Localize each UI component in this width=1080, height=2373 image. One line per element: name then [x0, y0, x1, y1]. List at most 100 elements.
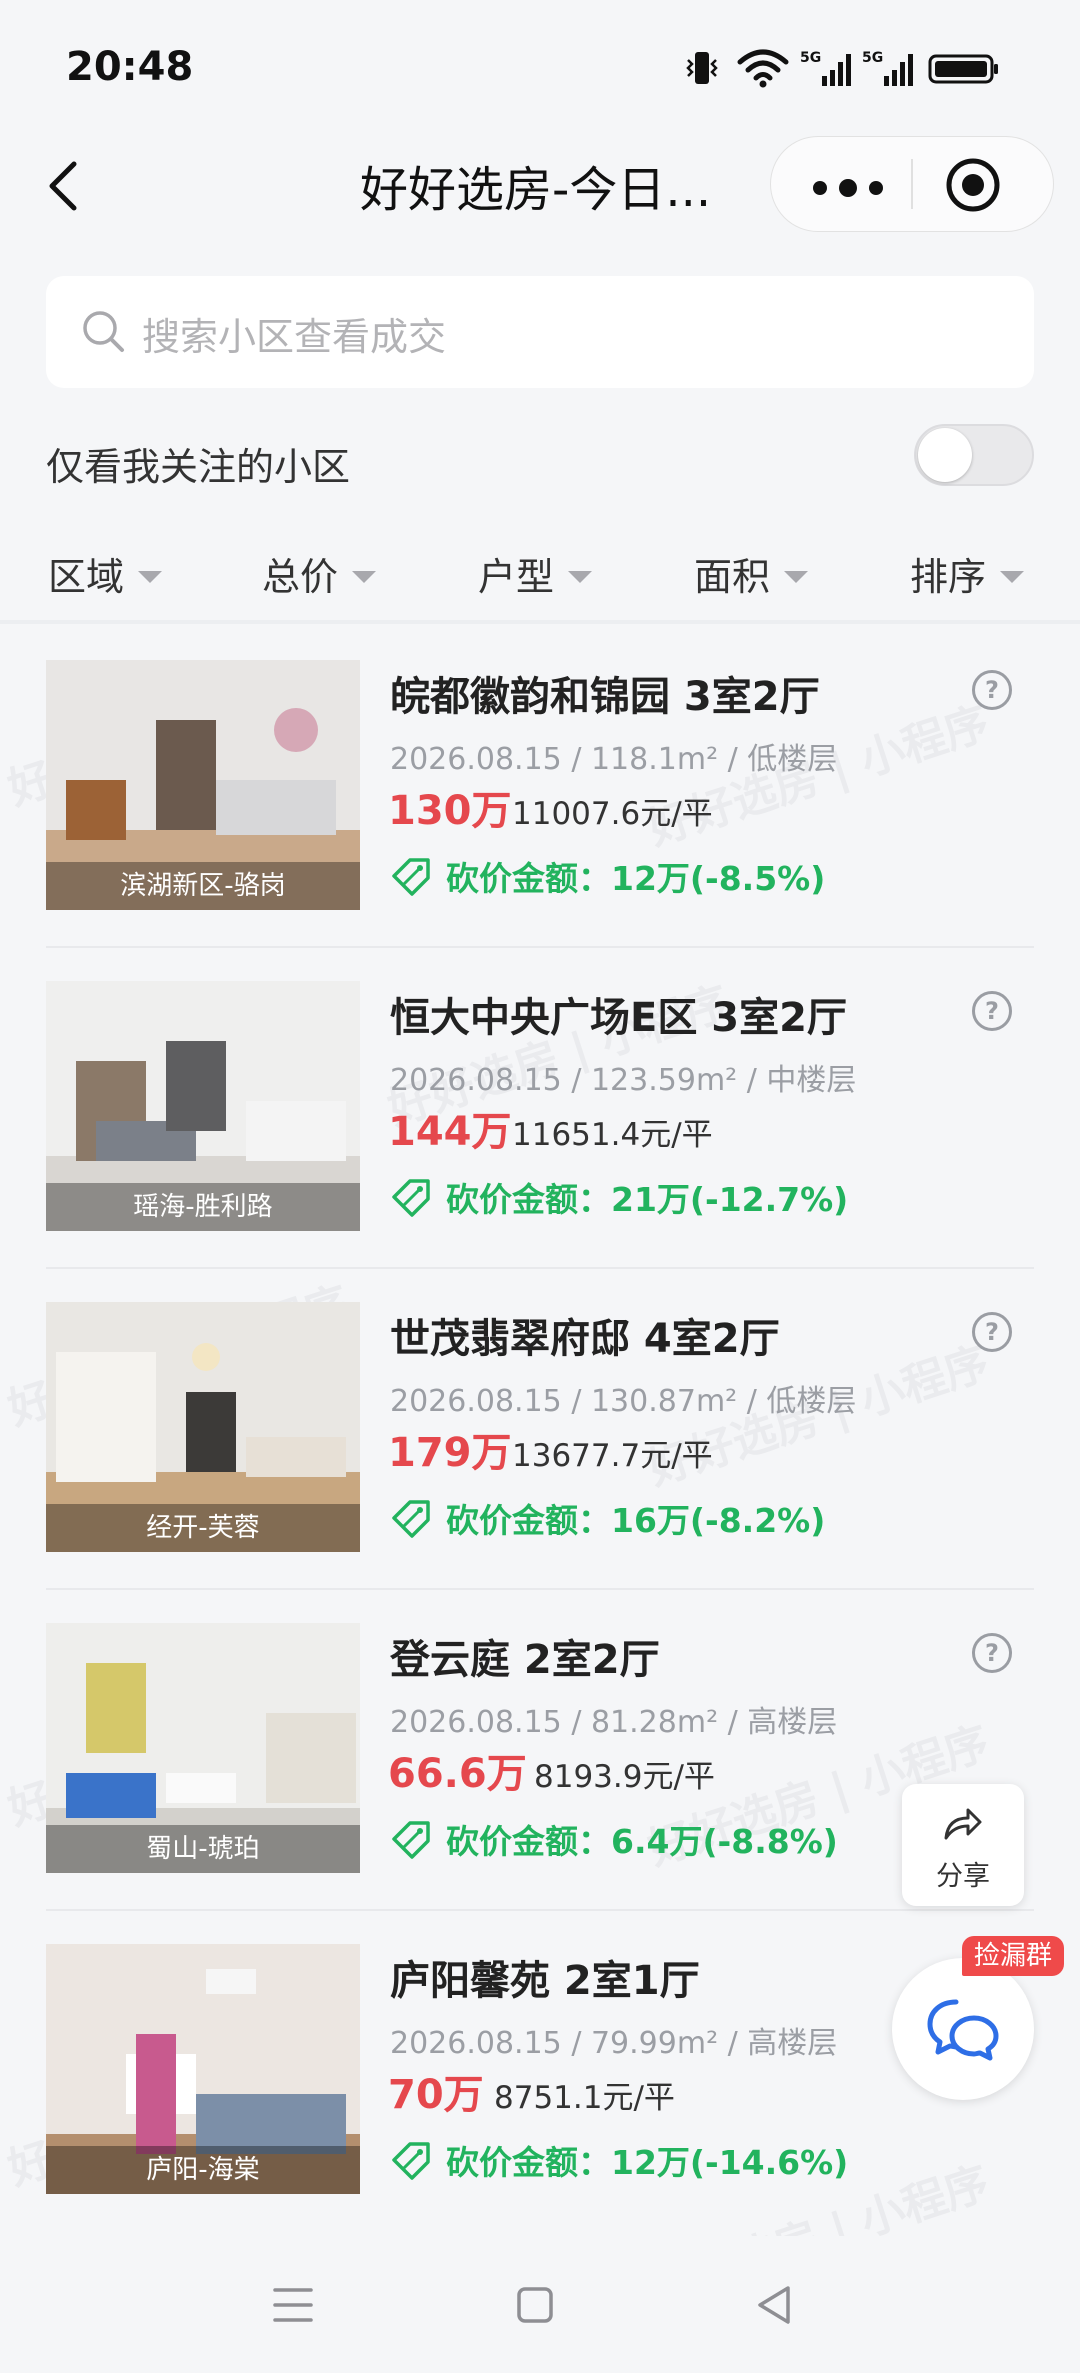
caret-down-icon	[352, 570, 377, 583]
help-icon[interactable]: ?	[972, 670, 1012, 710]
caret-down-icon	[568, 570, 593, 583]
listing-meta: 2026.08.15 / 123.59m² / 中楼层	[390, 1063, 857, 1098]
listing-price-cut: 砍价金额：12万(-14.6%)	[446, 2143, 849, 2182]
help-icon[interactable]: ?	[972, 991, 1012, 1031]
listing-unit-price: 8751.1元/平	[494, 2080, 675, 2116]
filter-layout[interactable]: 户型	[478, 546, 593, 601]
price-cut-tag-icon	[392, 1821, 430, 1859]
listing-price: 144万	[388, 1109, 512, 1155]
listing-price: 66.6万	[388, 1751, 527, 1797]
listing-price-cut: 砍价金额：16万(-8.2%)	[446, 1501, 826, 1540]
capsule-divider	[911, 159, 913, 209]
listing-title: 登云庭 2室2厅	[390, 1637, 660, 1683]
filter-label: 排序	[910, 555, 987, 599]
listing-divider	[46, 1588, 1034, 1590]
search-icon	[83, 311, 124, 352]
search-input[interactable]: 搜索小区查看成交	[46, 276, 1034, 388]
listing-price-cut: 砍价金额：12万(-8.5%)	[446, 859, 826, 898]
share-arrow-icon	[944, 1808, 982, 1840]
listing-price-cut: 砍价金额：21万(-12.7%)	[446, 1180, 849, 1219]
filter-label: 总价	[262, 555, 339, 599]
listing-unit-price: 11651.4元/平	[512, 1117, 713, 1153]
search-placeholder: 搜索小区查看成交	[142, 315, 447, 359]
toggle-knob	[918, 428, 972, 482]
help-icon[interactable]: ?	[972, 1312, 1012, 1352]
filter-label: 区域	[48, 555, 125, 599]
price-cut-tag-icon	[392, 2142, 430, 2180]
listing-meta: 2026.08.15 / 81.28m² / 高楼层	[390, 1705, 838, 1740]
back-triangle-icon[interactable]	[754, 2284, 794, 2326]
help-icon[interactable]: ?	[972, 1633, 1012, 1673]
listing-card[interactable]: 瑶海-胜利路 恒大中央广场E区 3室2厅 ? 2026.08.15 / 123.…	[0, 981, 1080, 1301]
home-icon[interactable]	[516, 2286, 554, 2324]
listing-price: 179万	[388, 1430, 512, 1476]
signal-5g-icon-2: 5G	[862, 50, 913, 86]
svg-text:5G: 5G	[862, 50, 883, 66]
follow-filter-label: 仅看我关注的小区	[46, 445, 351, 489]
filter-label: 面积	[694, 555, 771, 599]
price-cut-tag-icon	[392, 1500, 430, 1538]
more-dot-icon	[839, 179, 857, 197]
system-nav-bar	[0, 2236, 1080, 2373]
listing-photo: 经开-芙蓉	[46, 1302, 360, 1552]
vibrate-icon	[686, 52, 718, 84]
listing-location: 经开-芙蓉	[46, 1504, 360, 1552]
share-label: 分享	[936, 1861, 990, 1892]
status-bar: 20:48 5G 5G	[0, 0, 1080, 130]
listing-photo: 庐阳-海棠	[46, 1944, 360, 2194]
listing-meta: 2026.08.15 / 118.1m² / 低楼层	[390, 742, 838, 777]
wifi-icon	[737, 49, 789, 88]
filter-area[interactable]: 面积	[694, 546, 809, 601]
listing-price: 70万	[388, 2072, 484, 2118]
back-chevron-icon[interactable]	[40, 158, 90, 214]
listing-card[interactable]: 经开-芙蓉 世茂翡翠府邸 4室2厅 ? 2026.08.15 / 130.87m…	[0, 1302, 1080, 1622]
listing-title: 恒大中央广场E区 3室2厅	[390, 995, 847, 1041]
listing-meta: 2026.08.15 / 130.87m² / 低楼层	[390, 1384, 857, 1419]
chat-bubbles-icon	[927, 1999, 999, 2061]
listing-unit-price: 11007.6元/平	[512, 796, 713, 832]
listing-location: 庐阳-海棠	[46, 2146, 360, 2194]
battery-icon	[928, 54, 998, 84]
close-miniprogram-icon[interactable]	[943, 155, 1003, 215]
filter-divider	[0, 620, 1080, 624]
more-button[interactable]	[801, 157, 891, 213]
listing-location: 瑶海-胜利路	[46, 1183, 360, 1231]
listing-unit-price: 8193.9元/平	[534, 1759, 715, 1795]
listing-divider	[46, 946, 1034, 948]
follow-filter-toggle[interactable]	[914, 424, 1034, 486]
filter-region[interactable]: 区域	[48, 546, 163, 601]
chat-badge: 捡漏群	[962, 1936, 1065, 1976]
listing-photo: 滨湖新区-骆岗	[46, 660, 360, 910]
menu-icon[interactable]	[272, 2286, 314, 2324]
caret-down-icon	[1000, 570, 1025, 583]
miniprogram-capsule	[770, 136, 1054, 232]
filter-sort[interactable]: 排序	[910, 546, 1025, 601]
listing-title: 皖都徽韵和锦园 3室2厅	[390, 674, 820, 720]
listing-photo: 蜀山-琥珀	[46, 1623, 360, 1873]
page-title: 好好选房-今日...	[360, 162, 712, 218]
more-dot-icon	[813, 181, 827, 195]
signal-5g-icon: 5G	[800, 50, 851, 86]
listing-card[interactable]: 滨湖新区-骆岗 皖都徽韵和锦园 3室2厅 ? 2026.08.15 / 118.…	[0, 660, 1080, 980]
listing-title: 庐阳馨苑 2室1厅	[390, 1958, 700, 2004]
share-button[interactable]: 分享	[902, 1784, 1024, 1906]
listing-divider	[46, 1909, 1034, 1911]
caret-down-icon	[138, 570, 163, 583]
listing-price: 130万	[388, 788, 512, 834]
price-cut-tag-icon	[392, 858, 430, 896]
listing-price-cut: 砍价金额：6.4万(-8.8%)	[446, 1822, 838, 1861]
listing-divider	[46, 1267, 1034, 1269]
listing-location: 蜀山-琥珀	[46, 1825, 360, 1873]
chat-group-button[interactable]	[892, 1958, 1034, 2100]
listing-photo: 瑶海-胜利路	[46, 981, 360, 1231]
listing-unit-price: 13677.7元/平	[512, 1438, 713, 1474]
more-dot-icon	[869, 181, 883, 195]
filter-label: 户型	[478, 555, 555, 599]
filter-total-price[interactable]: 总价	[262, 546, 377, 601]
status-time: 20:48	[66, 44, 194, 90]
listing-meta: 2026.08.15 / 79.99m² / 高楼层	[390, 2026, 838, 2061]
price-cut-tag-icon	[392, 1179, 430, 1217]
listing-location: 滨湖新区-骆岗	[46, 862, 360, 910]
svg-text:5G: 5G	[800, 50, 821, 66]
caret-down-icon	[784, 570, 809, 583]
